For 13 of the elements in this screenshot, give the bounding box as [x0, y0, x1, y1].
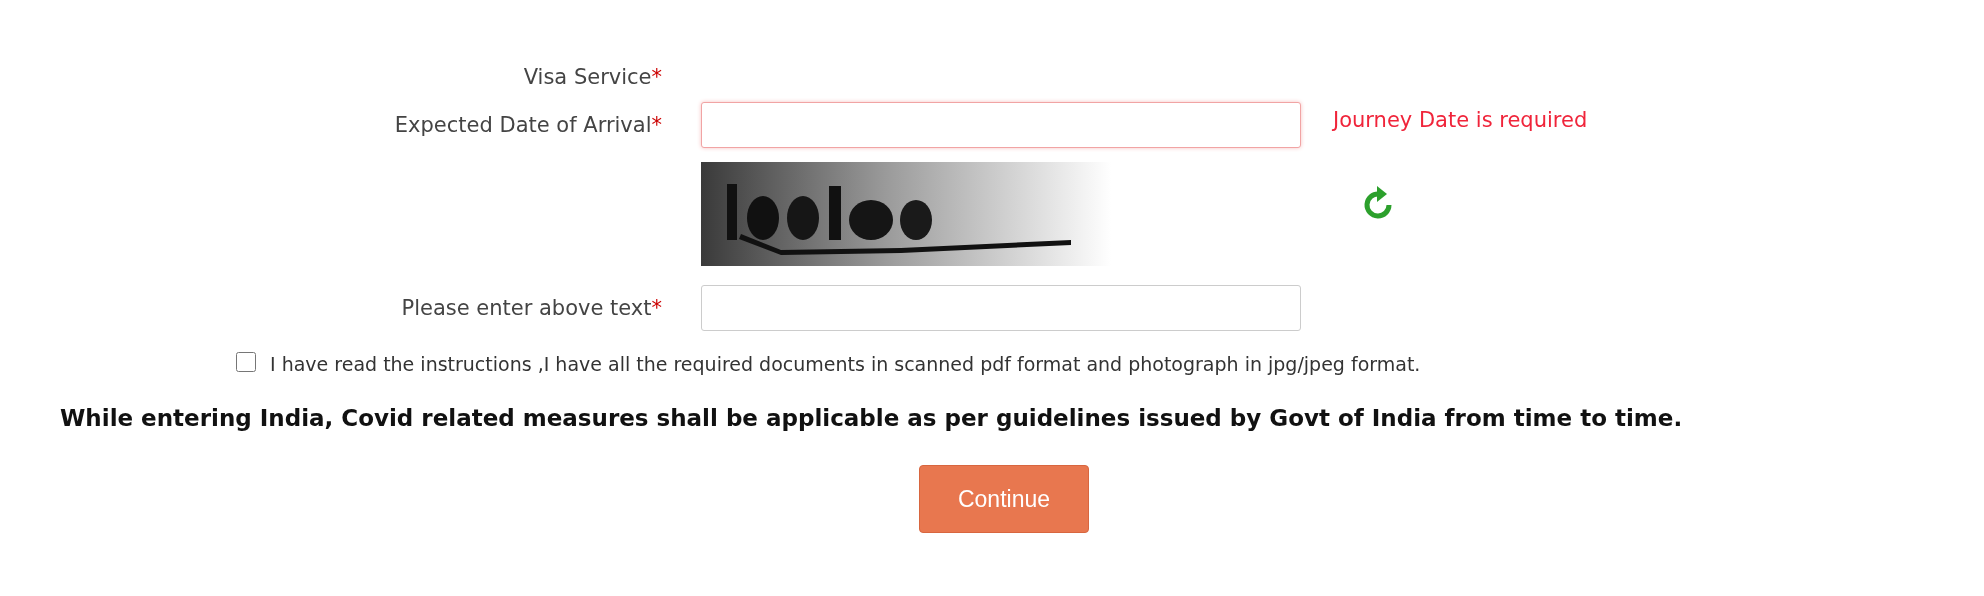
field-label: Please enter above text — [401, 296, 652, 320]
error-message: Journey Date is required — [1333, 108, 1589, 132]
agreement-text: I have read the instructions ,I have all the required documents in scanned pdf format and photograph in jpg/jpeg format. — [270, 353, 1421, 375]
input-field[interactable] — [701, 285, 1301, 331]
checkbox[interactable] — [236, 352, 256, 372]
input-field[interactable] — [701, 102, 1301, 148]
field-label: Visa Service — [523, 65, 652, 89]
required-mark: * — [651, 113, 662, 137]
required-mark: * — [651, 65, 662, 89]
required-mark: * — [651, 296, 662, 320]
notice-text: While entering India, Covid related measures shall be applicable as per guidelines issued by Govt of India from time to time. — [60, 405, 1684, 431]
field-label: Expected Date of Arrival — [394, 113, 652, 137]
continue-button[interactable]: Continue — [919, 465, 1089, 533]
